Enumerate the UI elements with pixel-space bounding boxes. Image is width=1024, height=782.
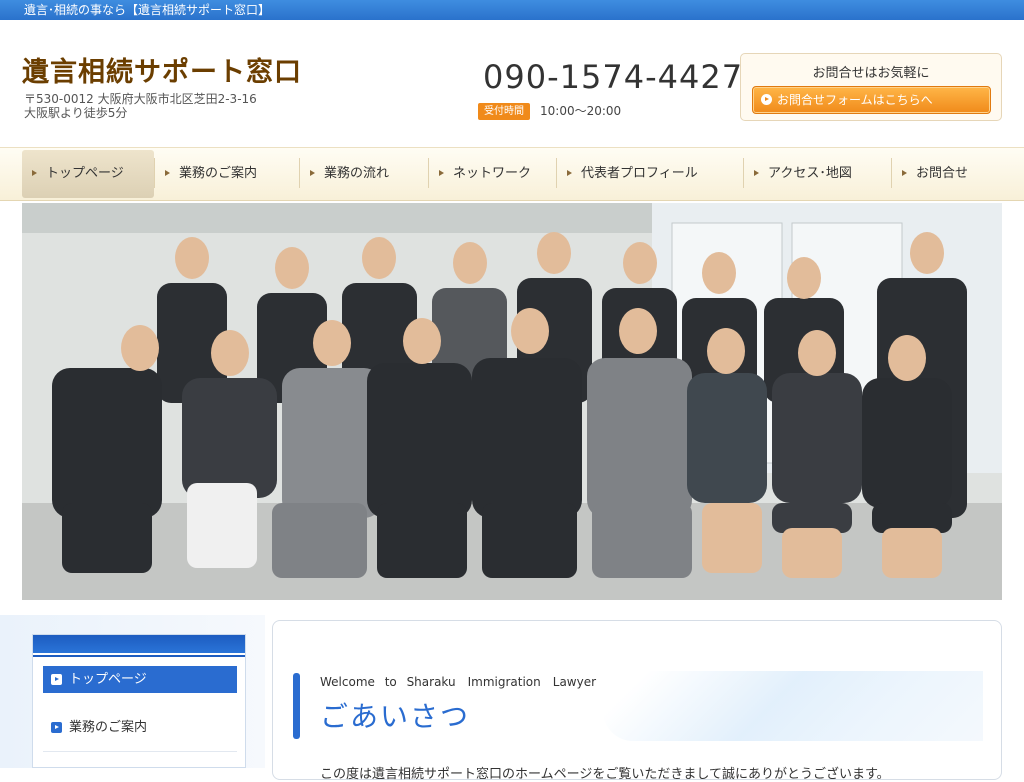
nav-item-access[interactable]: アクセス･地図 (744, 150, 891, 198)
nav-label: お問合せ (916, 166, 969, 181)
contact-box: お問合せはお気軽に お問合せフォームはこちらへ (740, 53, 1002, 121)
nav-label: 業務のご案内 (179, 166, 258, 181)
sidebar-divider (43, 751, 237, 752)
play-icon (51, 722, 62, 733)
arrow-right-icon (754, 170, 759, 176)
contact-form-button[interactable]: お問合せフォームはこちらへ (752, 86, 991, 114)
hours-badge: 受付時間 (478, 103, 530, 120)
sidebar-item-label: 業務のご案内 (69, 720, 148, 735)
phone-number[interactable]: 090-1574-4427 (483, 58, 743, 96)
nav-label: アクセス･地図 (768, 166, 852, 181)
arrow-right-icon (165, 170, 170, 176)
main-nav: トップページ 業務のご案内 業務の流れ ネットワーク 代表者プロフィール アクセ… (0, 147, 1024, 201)
sidebar-menu: トップページ 業務のご案内 (32, 634, 246, 768)
contact-form-button-label: お問合せフォームはこちらへ (777, 93, 933, 107)
nav-item-contact[interactable]: お問合せ (892, 150, 1002, 198)
nav-item-network[interactable]: ネットワーク (429, 150, 556, 198)
nav-item-services[interactable]: 業務のご案内 (155, 150, 299, 198)
play-icon (761, 94, 772, 105)
main-content: Welcome to Sharaku Immigration Lawyer ごあ… (272, 620, 1002, 782)
nav-label: トップページ (46, 166, 124, 181)
greeting-subtitle: Welcome to Sharaku Immigration Lawyer (320, 675, 597, 689)
address-line: 〒530-0012 大阪府大阪市北区芝田2-3-16 (24, 92, 257, 106)
nav-item-flow[interactable]: 業務の流れ (300, 150, 428, 198)
site-title[interactable]: 遺言相続サポート窓口 (22, 50, 302, 89)
staff-photo (22, 203, 1002, 600)
address: 〒530-0012 大阪府大阪市北区芝田2-3-16 大阪駅より徒歩5分 (24, 92, 257, 120)
nav-label: ネットワーク (453, 166, 532, 181)
contact-title: お問合せはお気軽に (812, 66, 930, 81)
greeting-heading: ごあいさつ (320, 700, 471, 733)
business-hours: 10:00～20:00 (540, 104, 622, 118)
heading-accent-bar (293, 673, 300, 739)
arrow-right-icon (310, 170, 315, 176)
nav-item-top[interactable]: トップページ (22, 150, 154, 198)
play-icon (51, 674, 62, 685)
heading-decoration (603, 671, 983, 741)
nav-item-profile[interactable]: 代表者プロフィール (557, 150, 743, 198)
sidebar-item-services[interactable]: 業務のご案内 (43, 714, 237, 741)
arrow-right-icon (32, 170, 37, 176)
sidebar-item-top[interactable]: トップページ (43, 666, 237, 693)
top-bar-text: 遺言･相続の事なら【遺言相続サポート窓口】 (24, 3, 271, 17)
arrow-right-icon (902, 170, 907, 176)
nav-label: 代表者プロフィール (581, 166, 698, 181)
nav-label: 業務の流れ (324, 166, 390, 181)
top-bar: 遺言･相続の事なら【遺言相続サポート窓口】 (0, 0, 1024, 20)
sidebar-header (33, 635, 245, 655)
sidebar-item-label: トップページ (69, 672, 147, 687)
access-line: 大阪駅より徒歩5分 (24, 106, 128, 120)
greeting-body: この度は遺言相続サポート窓口のホームページをご覧いただきまして誠にありがとうござ… (320, 767, 890, 782)
arrow-right-icon (439, 170, 444, 176)
staff-photo-illustration (22, 203, 1002, 600)
arrow-right-icon (567, 170, 572, 176)
